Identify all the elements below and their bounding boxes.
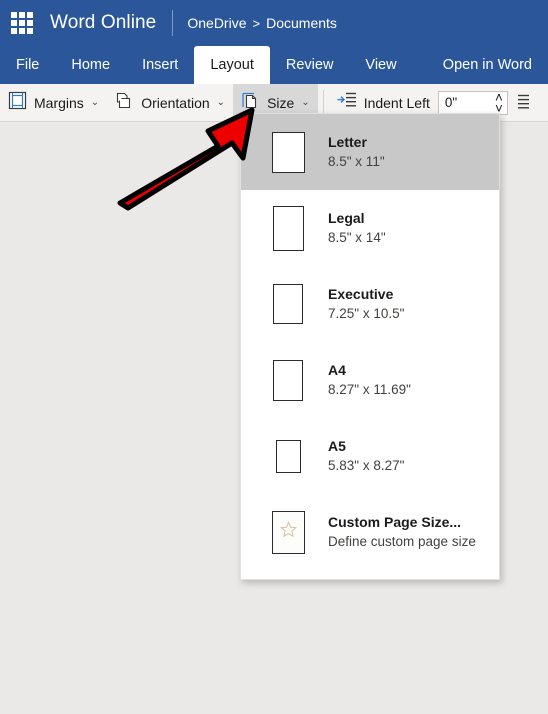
tab-view[interactable]: View — [349, 46, 412, 84]
menu-item-a5[interactable]: A5 5.83" x 8.27" — [241, 418, 499, 494]
tab-layout[interactable]: Layout — [194, 46, 270, 84]
menu-item-legal[interactable]: Legal 8.5" x 14" — [241, 190, 499, 266]
stepper-arrows: ˄ ˅ — [489, 90, 503, 115]
menu-item-text: Executive 7.25" x 10.5" — [328, 286, 404, 322]
custom-page-thumb — [264, 510, 312, 554]
header-divider — [172, 10, 174, 36]
menu-item-name: Custom Page Size... — [328, 514, 462, 530]
menu-item-text: Letter 8.5" x 11" — [328, 134, 385, 170]
tab-insert[interactable]: Insert — [126, 46, 194, 84]
chevron-down-icon: ⌄ — [90, 96, 100, 108]
menu-item-name: A5 — [328, 438, 346, 454]
menu-item-text: Custom Page Size... Define custom page s… — [328, 514, 476, 550]
indent-right-icon[interactable] — [514, 94, 530, 111]
star-icon — [279, 520, 298, 544]
menu-item-text: A4 8.27" x 11.69" — [328, 362, 411, 398]
menu-item-dimensions: 8.27" x 11.69" — [328, 382, 411, 397]
page-thumb-icon — [264, 205, 312, 251]
chevron-down-icon: ⌄ — [216, 96, 226, 108]
menu-item-name: Executive — [328, 286, 394, 302]
menu-item-dimensions: 7.25" x 10.5" — [328, 306, 405, 321]
indent-left-value: 0" — [444, 95, 458, 110]
indent-left-stepper[interactable]: 0" ˄ ˅ — [437, 90, 508, 115]
menu-item-a4[interactable]: A4 8.27" x 11.69" — [241, 342, 499, 418]
page-thumb-icon — [264, 439, 312, 473]
indent-left-icon[interactable] — [337, 92, 357, 114]
menu-item-dimensions: 8.5" x 11" — [328, 154, 385, 169]
tab-review[interactable]: Review — [270, 46, 350, 84]
indent-left-label: Indent Left — [363, 94, 430, 111]
tab-file[interactable]: File — [0, 46, 55, 84]
breadcrumb-separator-icon: > — [252, 15, 261, 31]
menu-item-dimensions: Define custom page size — [328, 534, 476, 549]
tab-home[interactable]: Home — [55, 46, 126, 84]
menu-item-dimensions: 5.83" x 8.27" — [328, 458, 405, 473]
breadcrumb-onedrive[interactable]: OneDrive — [187, 15, 246, 31]
breadcrumb: OneDrive > Documents — [187, 15, 337, 31]
margins-icon — [8, 91, 27, 115]
top-header-bar: Word Online OneDrive > Documents — [0, 0, 548, 46]
menu-item-name: Legal — [328, 210, 365, 226]
tab-open-in-word[interactable]: Open in Word — [427, 46, 548, 84]
menu-item-name: Letter — [328, 134, 367, 150]
waffle-grid-icon[interactable] — [10, 11, 34, 35]
margins-label: Margins — [34, 94, 84, 111]
breadcrumb-documents[interactable]: Documents — [266, 15, 337, 31]
stepper-down-icon[interactable]: ˅ — [495, 101, 503, 115]
orientation-icon — [115, 91, 134, 115]
menu-item-custom-page-size[interactable]: Custom Page Size... Define custom page s… — [241, 494, 499, 570]
page-thumb-icon — [264, 284, 312, 324]
menu-item-dimensions: 8.5" x 14" — [328, 230, 386, 245]
ribbon-tab-strip: File Home Insert Layout Review View Open… — [0, 46, 548, 84]
menu-item-text: A5 5.83" x 8.27" — [328, 438, 404, 474]
orientation-button[interactable]: Orientation ⌄ — [107, 84, 233, 122]
menu-item-name: A4 — [328, 362, 346, 378]
margins-button[interactable]: Margins ⌄ — [0, 84, 107, 122]
chevron-down-icon: ⌄ — [301, 96, 310, 108]
app-title: Word Online — [50, 12, 157, 33]
menu-item-text: Legal 8.5" x 14" — [328, 210, 386, 246]
page-size-icon — [241, 91, 260, 115]
page-size-menu: Letter 8.5" x 11" Legal 8.5" x 14" Execu… — [240, 113, 500, 580]
page-thumb-icon — [264, 131, 312, 173]
menu-item-letter[interactable]: Letter 8.5" x 11" — [241, 114, 499, 190]
menu-item-executive[interactable]: Executive 7.25" x 10.5" — [241, 266, 499, 342]
page-thumb-icon — [264, 359, 312, 401]
size-label: Size — [267, 94, 295, 111]
ribbon-separator — [322, 89, 324, 116]
orientation-label: Orientation — [141, 94, 210, 111]
